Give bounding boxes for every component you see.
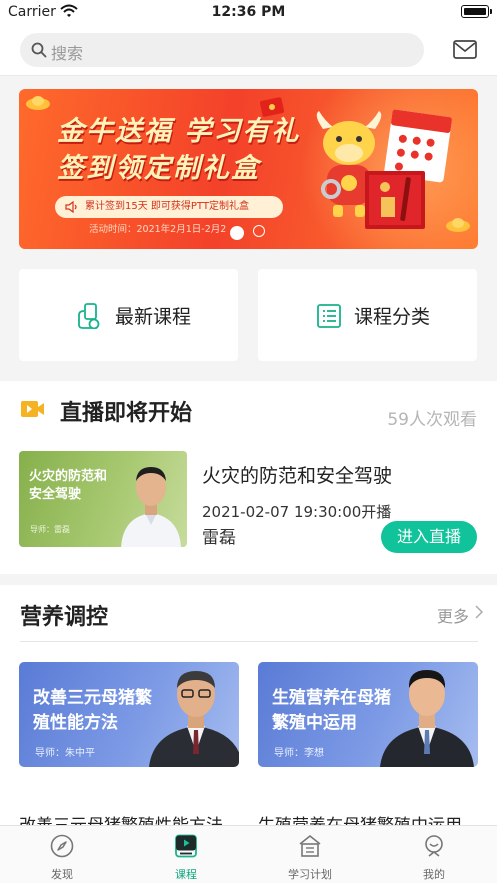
gold-ingot-icon (446, 218, 470, 232)
mail-icon[interactable] (453, 40, 477, 59)
enter-live-button[interactable]: 进入直播 (381, 521, 477, 553)
live-section: 直播即将开始 59人次观看 火灾的防范和安全驾驶 导师：雷磊 火灾的防范和安全驾… (0, 381, 497, 574)
nutrition-section-title: 营养调控 (20, 605, 109, 630)
status-time: 12:36 PM (211, 4, 286, 20)
latest-courses-label: 最新课程 (115, 306, 192, 328)
banner-title-line1: 金牛送福 学习有礼 (57, 116, 301, 147)
teacher-portrait (121, 467, 181, 547)
category-list-icon (317, 304, 341, 328)
course-category-label: 课程分类 (354, 306, 431, 328)
thumb-teacher: 导师：雷磊 (30, 525, 70, 534)
tab-label: 课程 (175, 868, 197, 881)
nutrition-section: 营养调控 更多 改善三元母猪繁殖性能方法 导师：朱中平 生殖营养在母猪繁殖中运用… (0, 585, 497, 836)
live-course-title[interactable]: 火灾的防范和安全驾驶 (202, 461, 392, 488)
course-card[interactable]: 改善三元母猪繁殖性能方法 导师：朱中平 (19, 662, 239, 767)
live-teacher-name: 雷磊 (202, 528, 236, 548)
search-input[interactable]: 搜索 (20, 33, 424, 67)
tab-discover[interactable]: 发现 (0, 826, 124, 883)
tab-study-plan[interactable]: 学习计划 (248, 826, 372, 883)
tab-label: 我的 (423, 868, 445, 881)
teacher-portrait (149, 671, 239, 767)
promo-banner[interactable]: 金牛送福 学习有礼 签到领定制礼盒 累计签到15天 即可获得PTT定制礼盒 活动… (19, 89, 478, 249)
tab-profile[interactable]: 我的 (372, 826, 496, 883)
course-play-icon (175, 834, 197, 858)
tab-label: 发现 (51, 868, 73, 881)
live-course-thumbnail[interactable]: 火灾的防范和安全驾驶 导师：雷磊 (19, 451, 187, 547)
gift-box-icon (365, 171, 425, 229)
speaker-icon (65, 201, 77, 213)
live-start-time: 2021-02-07 19:30:00开播 (202, 503, 392, 521)
live-section-title: 直播即将开始 (60, 401, 193, 426)
search-icon (31, 42, 47, 58)
teacher-portrait (380, 670, 474, 767)
bottom-tab-bar: 发现 课程 学习计划 我的 (0, 825, 497, 883)
course-card-teacher: 导师：朱中平 (35, 748, 95, 759)
new-course-icon (78, 303, 100, 329)
course-category-button[interactable]: 课程分类 (258, 269, 477, 361)
divider (20, 641, 478, 642)
chevron-right-icon[interactable] (475, 605, 483, 619)
banner-date: 活动时间：2021年2月1日-2月2 (89, 224, 227, 235)
profile-icon (425, 835, 443, 857)
banner-pill: 累计签到15天 即可获得PTT定制礼盒 (55, 196, 283, 218)
carousel-dot[interactable] (253, 225, 265, 237)
latest-courses-button[interactable]: 最新课程 (19, 269, 238, 361)
course-home-screen: Carrier 12:36 PM 搜索 金牛送福 学习有礼 签到领定制礼盒 累计… (0, 0, 497, 883)
tab-courses[interactable]: 课程 (124, 826, 248, 883)
study-plan-icon (299, 834, 321, 857)
more-link[interactable]: 更多 (437, 603, 469, 627)
gold-ingot-icon (26, 96, 50, 110)
compass-icon (50, 834, 74, 858)
tab-label: 学习计划 (288, 868, 332, 881)
banner-title-line2: 签到领定制礼盒 (57, 153, 260, 184)
thumb-title: 火灾的防范和安全驾驶 (29, 469, 108, 502)
banner-pill-text: 累计签到15天 即可获得PTT定制礼盒 (85, 201, 249, 212)
status-bar: Carrier 12:36 PM (0, 0, 497, 26)
live-view-count: 59人次观看 (387, 410, 477, 430)
course-card[interactable]: 生殖营养在母猪繁殖中运用 导师：李想 (258, 662, 478, 767)
carousel-dot-active[interactable] (230, 226, 244, 240)
course-card-teacher: 导师：李想 (274, 748, 324, 759)
video-camera-icon (21, 401, 44, 417)
battery-icon (461, 5, 492, 18)
search-header: 搜索 (0, 26, 497, 76)
search-placeholder: 搜索 (51, 44, 84, 63)
